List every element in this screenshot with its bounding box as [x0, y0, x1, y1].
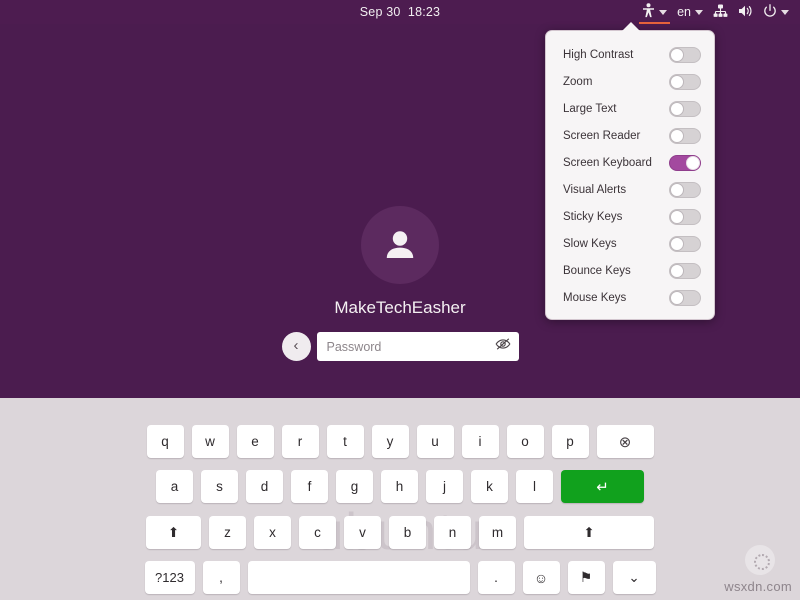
password-placeholder: Password — [326, 339, 382, 354]
a11y-item-label: High Contrast — [563, 48, 634, 61]
keyboard-row-4: ?123 , . ☺ ⚑ ⌄ — [0, 561, 800, 594]
key-o[interactable]: o — [506, 425, 544, 458]
backspace-icon[interactable]: ⊗ — [596, 425, 654, 458]
a11y-item-zoom[interactable]: Zoom — [546, 68, 714, 95]
wired-network-icon — [713, 4, 728, 21]
key-q[interactable]: q — [146, 425, 184, 458]
avatar — [361, 206, 439, 284]
language-label: en — [677, 5, 691, 19]
key-j[interactable]: j — [426, 470, 463, 503]
a11y-item-visual-alerts[interactable]: Visual Alerts — [546, 176, 714, 203]
a11y-item-large-text[interactable]: Large Text — [546, 95, 714, 122]
toggle-visual-alerts[interactable] — [669, 181, 701, 198]
chevron-down-icon — [781, 9, 789, 15]
a11y-item-label: Screen Reader — [563, 129, 641, 142]
toggle-mouse-keys[interactable] — [669, 289, 701, 306]
key-b[interactable]: b — [389, 516, 426, 549]
key-u[interactable]: u — [416, 425, 454, 458]
a11y-item-label: Slow Keys — [563, 237, 617, 250]
toggle-slow-keys[interactable] — [669, 235, 701, 252]
back-button[interactable]: ‹ — [281, 332, 311, 361]
a11y-item-label: Sticky Keys — [563, 210, 623, 223]
toggle-screen-keyboard[interactable] — [669, 154, 701, 171]
symbols-key[interactable]: ?123 — [144, 561, 195, 594]
password-row: ‹ Password — [281, 332, 519, 361]
toggle-zoom[interactable] — [669, 73, 701, 90]
a11y-item-label: Bounce Keys — [563, 264, 631, 277]
top-bar: Sep 30 18:23 en — [0, 0, 800, 24]
key-y[interactable]: y — [371, 425, 409, 458]
a11y-item-bounce-keys[interactable]: Bounce Keys — [546, 257, 714, 284]
key-period[interactable]: . — [477, 561, 515, 594]
password-input[interactable]: Password — [316, 332, 519, 361]
a11y-item-label: Zoom — [563, 75, 593, 88]
user-icon — [386, 231, 414, 258]
key-e[interactable]: e — [236, 425, 274, 458]
network-status-button[interactable] — [708, 0, 733, 24]
volume-icon — [738, 4, 753, 21]
key-g[interactable]: g — [336, 470, 373, 503]
key-c[interactable]: c — [299, 516, 336, 549]
key-w[interactable]: w — [191, 425, 229, 458]
emoji-icon[interactable]: ☺ — [522, 561, 560, 594]
keyboard-row-3: ⬆ z x c v b n m ⬆ — [0, 516, 800, 549]
language-flag-icon[interactable]: ⚑ — [567, 561, 605, 594]
key-comma[interactable]: , — [202, 561, 240, 594]
key-k[interactable]: k — [471, 470, 508, 503]
toggle-sticky-keys[interactable] — [669, 208, 701, 225]
system-tray: en — [637, 0, 794, 24]
shift-left-icon[interactable]: ⬆ — [146, 516, 201, 549]
accessibility-icon — [642, 3, 655, 21]
toggle-screen-reader[interactable] — [669, 127, 701, 144]
key-h[interactable]: h — [381, 470, 418, 503]
key-i[interactable]: i — [461, 425, 499, 458]
on-screen-keyboard: ubuntu q w e r t y u i o p ⊗ a s d f g h… — [0, 398, 800, 600]
volume-button[interactable] — [733, 0, 758, 24]
key-r[interactable]: r — [281, 425, 319, 458]
key-x[interactable]: x — [254, 516, 291, 549]
a11y-item-label: Mouse Keys — [563, 291, 627, 304]
enter-key[interactable]: ↵ — [561, 470, 644, 503]
username-label: MakeTechEasher — [334, 298, 466, 317]
spacebar[interactable] — [247, 561, 470, 594]
accessibility-menu-button[interactable] — [637, 0, 672, 24]
a11y-item-label: Screen Keyboard — [563, 156, 652, 169]
power-menu-button[interactable] — [758, 0, 794, 24]
toggle-bounce-keys[interactable] — [669, 262, 701, 279]
key-s[interactable]: s — [201, 470, 238, 503]
keyboard-row-2: a s d f g h j k l ↵ — [0, 470, 800, 503]
key-m[interactable]: m — [479, 516, 516, 549]
a11y-item-screen-reader[interactable]: Screen Reader — [546, 122, 714, 149]
a11y-item-slow-keys[interactable]: Slow Keys — [546, 230, 714, 257]
chevron-down-icon — [659, 9, 668, 15]
site-logo-watermark — [745, 545, 775, 575]
language-menu-button[interactable]: en — [672, 0, 708, 24]
key-n[interactable]: n — [434, 516, 471, 549]
a11y-item-screen-keyboard[interactable]: Screen Keyboard — [546, 149, 714, 176]
keyboard-row-1: q w e r t y u i o p ⊗ — [0, 425, 800, 458]
power-icon — [763, 3, 777, 21]
key-v[interactable]: v — [344, 516, 381, 549]
toggle-large-text[interactable] — [669, 100, 701, 117]
a11y-item-sticky-keys[interactable]: Sticky Keys — [546, 203, 714, 230]
a11y-item-high-contrast[interactable]: High Contrast — [546, 41, 714, 68]
a11y-item-mouse-keys[interactable]: Mouse Keys — [546, 284, 714, 311]
hide-keyboard-chevron-icon[interactable]: ⌄ — [612, 561, 656, 594]
key-p[interactable]: p — [551, 425, 589, 458]
key-t[interactable]: t — [326, 425, 364, 458]
toggle-high-contrast[interactable] — [669, 46, 701, 63]
site-watermark: wsxdn.com — [724, 579, 792, 594]
accessibility-menu-panel: High Contrast Zoom Large Text Screen Rea… — [545, 22, 715, 320]
shift-right-icon[interactable]: ⬆ — [524, 516, 654, 549]
eye-slash-icon[interactable] — [495, 337, 511, 356]
key-a[interactable]: a — [156, 470, 193, 503]
key-f[interactable]: f — [291, 470, 328, 503]
chevron-down-icon — [695, 9, 703, 15]
key-l[interactable]: l — [516, 470, 553, 503]
key-d[interactable]: d — [246, 470, 283, 503]
key-z[interactable]: z — [209, 516, 246, 549]
a11y-item-label: Visual Alerts — [563, 183, 627, 196]
a11y-item-label: Large Text — [563, 102, 617, 115]
